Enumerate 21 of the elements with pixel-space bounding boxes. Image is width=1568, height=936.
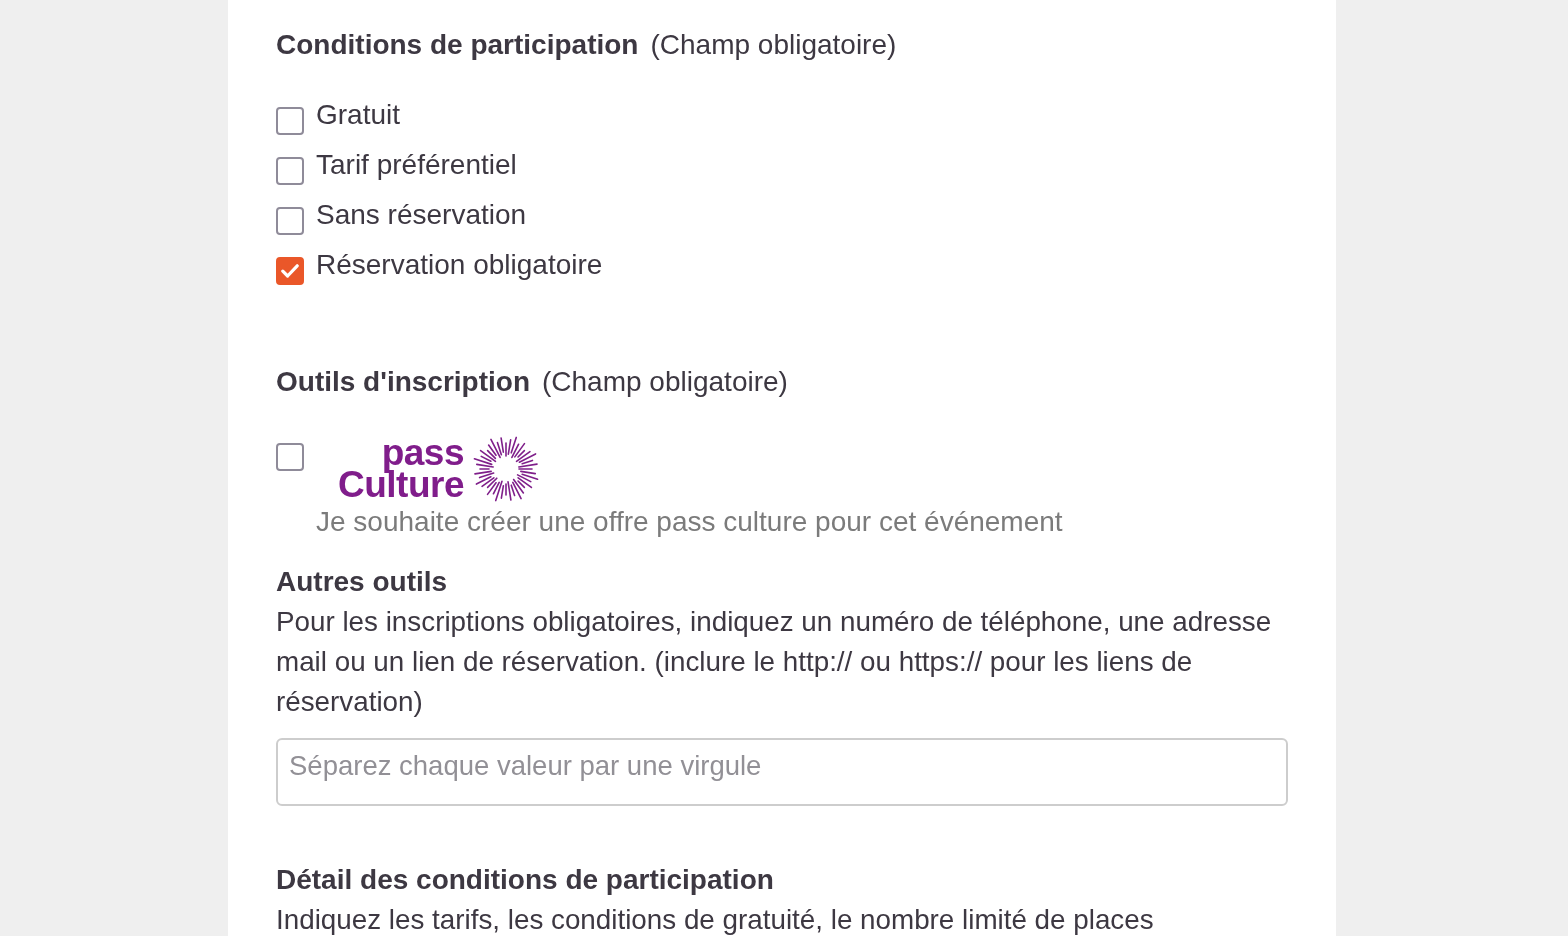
- option-description: Je souhaite créer une offre pass culture pour cet événement: [316, 506, 1063, 537]
- option-label: Réservation obligatoire: [316, 248, 603, 282]
- required-note: (Champ obligatoire): [542, 365, 788, 399]
- help-text: Pour les inscriptions obligatoires, indiquez un numéro de téléphone, une adresse mail ou un lien de réservation. (inclure le http:// ou https:// pour les liens de réservation): [276, 605, 1273, 719]
- sunburst-icon: [472, 436, 540, 502]
- checkbox[interactable]: [276, 207, 304, 235]
- checkbox[interactable]: [276, 257, 304, 285]
- help-text: Indiquez les tarifs, les conditions de gratuité, le nombre limité de places: [276, 904, 1155, 936]
- section-title: Détail des conditions de participation: [276, 863, 775, 897]
- option-label: Gratuit: [316, 98, 401, 132]
- section-title: Autres outils: [276, 565, 449, 599]
- section-title: Conditions de participation: [276, 28, 639, 62]
- required-note: (Champ obligatoire): [650, 28, 897, 62]
- check-icon: [281, 264, 299, 278]
- input-field[interactable]: Séparez chaque valeur par une virgule: [276, 738, 1288, 806]
- checkbox[interactable]: [276, 157, 304, 185]
- checkbox[interactable]: [276, 443, 304, 471]
- option-label: Sans réservation: [316, 198, 527, 232]
- option-label: Tarif préférentiel: [316, 148, 517, 182]
- checkbox[interactable]: [276, 107, 304, 135]
- section-title: Outils d'inscription: [276, 365, 530, 399]
